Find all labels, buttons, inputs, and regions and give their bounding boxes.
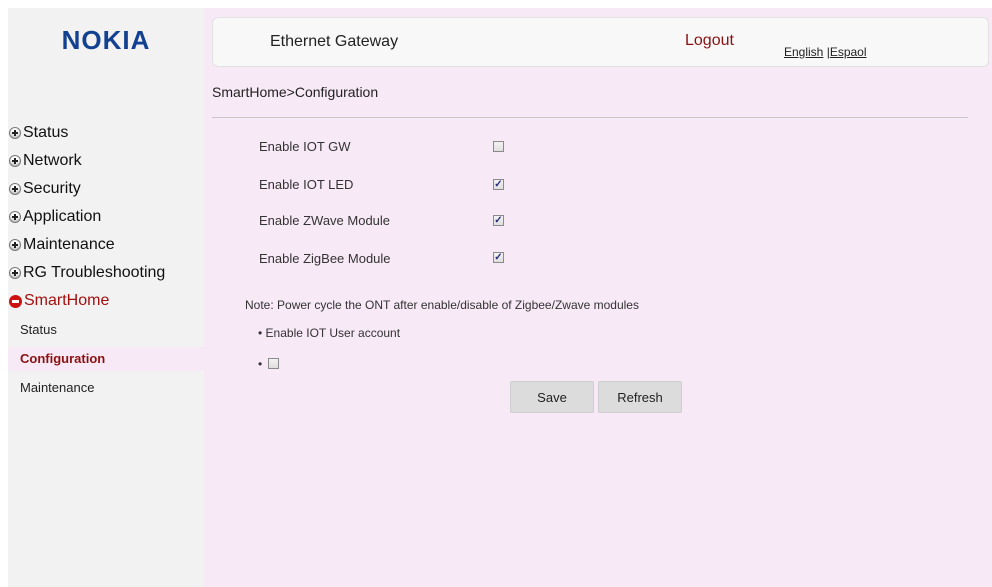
sidebar-item-security[interactable]: Security — [9, 178, 81, 200]
nokia-logo: NOKIA — [8, 15, 204, 65]
plus-icon — [9, 267, 21, 279]
plus-icon — [9, 183, 21, 195]
refresh-button[interactable]: Refresh — [598, 381, 682, 413]
logo-text: NOKIA — [61, 24, 151, 55]
espanol-link[interactable]: Espaol — [830, 45, 867, 59]
gateway-title: Ethernet Gateway — [270, 33, 399, 50]
divider — [212, 117, 968, 118]
sidebar-item-status[interactable]: Status — [9, 122, 68, 144]
plus-icon — [9, 211, 21, 223]
sidebar-item-label: RG Troubleshooting — [23, 264, 166, 281]
sidebar-item-label: Maintenance — [23, 236, 115, 253]
sidebar-item-label: Network — [23, 152, 82, 169]
language-selector: English |Espaol — [784, 45, 867, 59]
minus-icon — [9, 294, 22, 308]
sidebar-item-application[interactable]: Application — [9, 206, 101, 228]
subitem-configuration[interactable]: Configuration — [8, 347, 204, 371]
user-account-item: • Enable IOT User account — [258, 326, 400, 340]
breadcrumb: SmartHome>Configuration — [212, 84, 379, 100]
enable-zigbee-checkbox[interactable]: ✓ — [493, 252, 504, 263]
plus-icon — [9, 155, 21, 167]
english-link[interactable]: English — [784, 45, 823, 59]
sidebar-item-label: Application — [23, 208, 102, 225]
plus-icon — [9, 127, 21, 139]
plus-icon — [9, 239, 21, 251]
power-cycle-note: Note: Power cycle the ONT after enable/d… — [245, 298, 639, 312]
enable-zwave-label: Enable ZWave Module — [259, 213, 391, 228]
enable-iot-led-label: Enable IOT LED — [259, 177, 354, 192]
save-button[interactable]: Save — [510, 381, 594, 413]
sidebar-item-network[interactable]: Network — [9, 150, 82, 172]
bullet: • — [258, 357, 263, 371]
user-account-checkbox[interactable] — [268, 358, 279, 369]
sidebar-item-maintenance[interactable]: Maintenance — [9, 234, 115, 256]
logout-link[interactable]: Logout — [685, 32, 734, 50]
user-account-label: Enable IOT User account — [265, 326, 401, 340]
subitem-maintenance[interactable]: Maintenance — [8, 376, 204, 400]
enable-iot-gw-checkbox[interactable] — [493, 141, 504, 152]
check-mark-icon: ✓ — [494, 178, 503, 190]
enable-zwave-checkbox[interactable]: ✓ — [493, 215, 504, 226]
check-mark-icon: ✓ — [494, 214, 503, 226]
sidebar-item-rg-troubleshooting[interactable]: RG Troubleshooting — [9, 262, 165, 284]
bullet: • — [258, 326, 263, 340]
sidebar-item-label: SmartHome — [24, 292, 110, 309]
enable-iot-led-checkbox[interactable]: ✓ — [493, 179, 504, 190]
subitem-status[interactable]: Status — [8, 318, 204, 342]
sidebar-item-label: Security — [23, 180, 81, 197]
check-mark-icon: ✓ — [494, 251, 503, 263]
enable-zigbee-label: Enable ZigBee Module — [259, 251, 391, 266]
sidebar-item-smarthome[interactable]: SmartHome — [9, 290, 109, 312]
sidebar-item-label: Status — [23, 124, 69, 141]
enable-iot-gw-label: Enable IOT GW — [259, 139, 351, 154]
